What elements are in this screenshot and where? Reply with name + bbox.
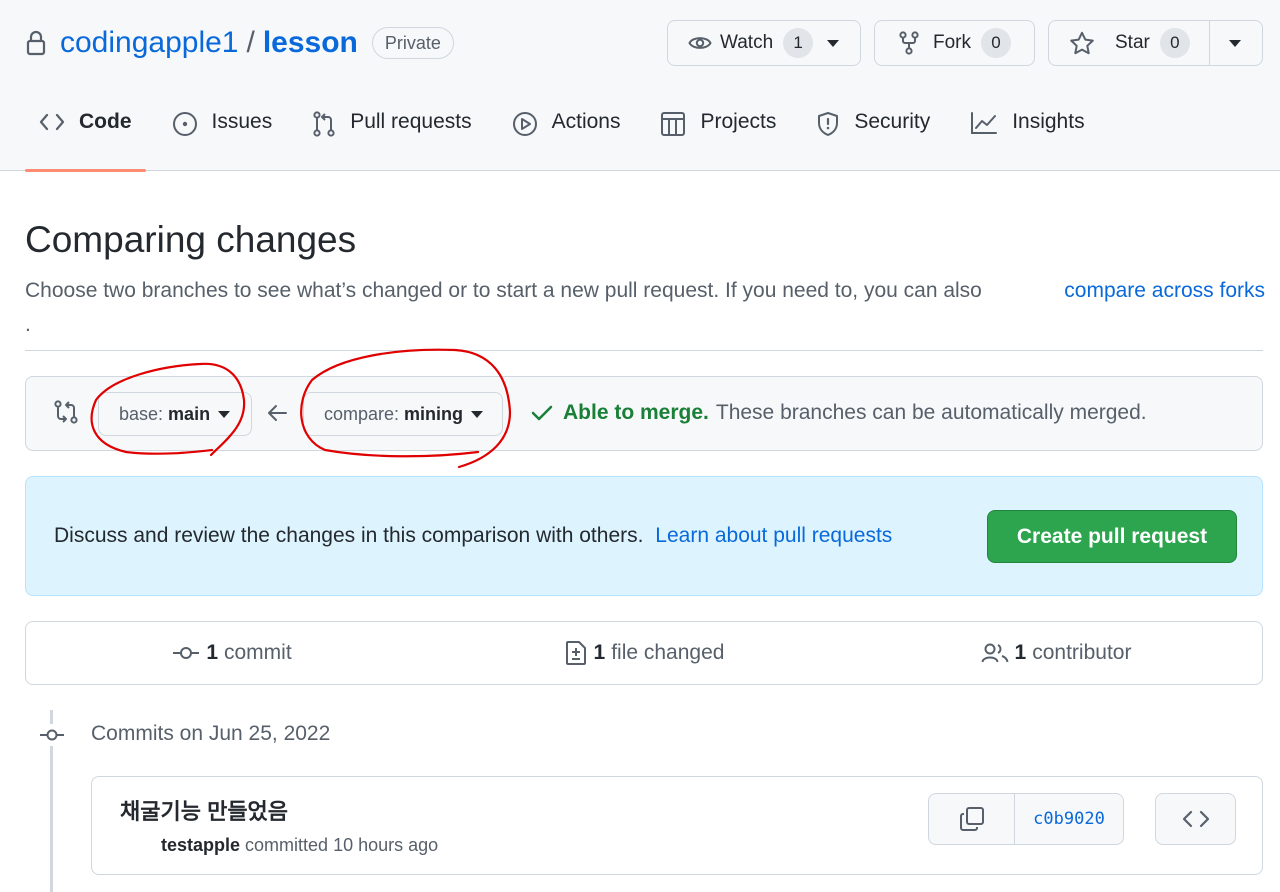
description-text: Choose two branches to see what’s change…	[25, 279, 982, 302]
commit-time: committed 10 hours ago	[245, 835, 439, 855]
visibility-badge: Private	[371, 27, 454, 59]
commit-meta: testapple committed 10 hours ago	[161, 835, 438, 856]
commits-date-heading: Commits on Jun 25, 2022	[91, 722, 331, 745]
commit-sha-link[interactable]: c0b9020	[1015, 794, 1123, 844]
tab-label: Pull requests	[350, 110, 472, 133]
shield-icon	[816, 111, 840, 137]
chevron-down-icon	[827, 39, 840, 47]
commit-icon	[172, 645, 200, 661]
code-icon	[1182, 808, 1210, 830]
watch-label: Watch	[720, 32, 774, 53]
repo-header: codingapple1 / lesson Private Watch 1 Fo…	[0, 0, 1280, 172]
create-pull-request-button[interactable]: Create pull request	[987, 510, 1237, 563]
pr-flash-banner: Discuss and review the changes in this c…	[25, 476, 1263, 596]
star-list-chevron-icon[interactable]	[1229, 40, 1241, 47]
contributors-count: 1	[1014, 641, 1027, 664]
description-trailing: .	[25, 313, 31, 336]
contributors-label: contributor	[1032, 641, 1132, 664]
fork-button[interactable]: Fork 0	[874, 20, 1035, 66]
compare-branch-select[interactable]: compare: mining	[303, 392, 503, 436]
fork-icon	[899, 31, 919, 55]
commit-row: 채굴기능 만들었음 testapple committed 10 hours a…	[91, 776, 1263, 875]
star-icon	[1069, 31, 1095, 55]
graph-icon	[970, 111, 998, 135]
star-divider	[1209, 21, 1210, 65]
lock-icon	[25, 30, 47, 56]
merge-ok-label: Able to merge.	[563, 401, 709, 424]
tab-label: Issues	[211, 110, 273, 133]
star-count: 0	[1159, 28, 1190, 58]
commit-sha-group: c0b9020	[928, 793, 1124, 845]
file-diff-icon	[564, 640, 588, 666]
compare-prefix: compare:	[324, 403, 400, 424]
tab-label: Insights	[1012, 110, 1085, 133]
tab-actions[interactable]: Actions	[498, 110, 635, 171]
issue-icon	[172, 111, 198, 137]
repo-separator: /	[246, 26, 255, 59]
merge-status: Able to merge. These branches can be aut…	[531, 401, 1147, 425]
browse-repo-button[interactable]	[1155, 793, 1236, 845]
tab-label: Security	[854, 110, 931, 133]
files-label: file changed	[611, 641, 725, 664]
range-editor: base: main compare: mining Able to merge…	[25, 376, 1263, 451]
code-icon	[39, 111, 65, 133]
git-compare-icon	[53, 399, 79, 425]
fork-count: 0	[981, 28, 1011, 58]
chevron-down-icon	[218, 410, 231, 418]
divider	[25, 350, 1263, 351]
flash-text: Discuss and review the changes in this c…	[54, 524, 644, 547]
chevron-down-icon	[471, 410, 484, 418]
tab-issues[interactable]: Issues	[158, 110, 287, 171]
flash-message: Discuss and review the changes in this c…	[54, 524, 892, 548]
commits-summary[interactable]: 1 commit	[26, 622, 438, 684]
tab-label: Projects	[700, 110, 777, 133]
base-prefix: base:	[119, 403, 164, 424]
repo-nav: Code Issues Pull requests Actions Projec…	[25, 110, 1111, 172]
copy-sha-button[interactable]	[929, 794, 1015, 844]
compare-branch-name: mining	[404, 403, 464, 424]
star-button[interactable]: Star 0	[1048, 20, 1263, 66]
commit-author-link[interactable]: testapple	[161, 835, 240, 855]
table-icon	[660, 111, 686, 137]
compare-summary: 1 commit 1 file changed 1 contributor	[25, 621, 1263, 685]
commits-label: commit	[224, 641, 292, 664]
tab-code[interactable]: Code	[25, 110, 146, 172]
contributors-summary[interactable]: 1 contributor	[850, 622, 1262, 684]
tab-label: Actions	[551, 110, 621, 133]
repo-owner-link[interactable]: codingapple1	[60, 24, 239, 62]
merge-status-text: These branches can be automatically merg…	[715, 401, 1147, 424]
tab-security[interactable]: Security	[802, 110, 944, 171]
people-icon	[981, 642, 1009, 664]
tab-projects[interactable]: Projects	[646, 110, 790, 171]
play-icon	[512, 111, 538, 137]
eye-icon	[688, 34, 712, 52]
base-branch-select[interactable]: base: main	[98, 392, 252, 436]
page-title: Comparing changes	[25, 219, 357, 260]
tab-insights[interactable]: Insights	[956, 110, 1098, 171]
learn-pull-requests-link[interactable]: Learn about pull requests	[655, 524, 892, 547]
tab-label: Code	[79, 110, 132, 133]
commit-message-link[interactable]: 채굴기능 만들었음	[120, 794, 288, 826]
check-icon	[531, 404, 553, 422]
watch-button[interactable]: Watch 1	[667, 20, 861, 66]
compare-across-forks-link[interactable]: compare across forks	[1064, 274, 1265, 308]
copy-icon	[958, 805, 986, 833]
page-description: Choose two branches to see what’s change…	[25, 274, 1265, 336]
arrow-left-icon	[266, 404, 288, 422]
tab-pull-requests[interactable]: Pull requests	[298, 110, 485, 171]
files-count: 1	[593, 641, 606, 664]
pull-request-icon	[312, 111, 336, 137]
star-label: Star	[1115, 32, 1150, 53]
watch-count: 1	[783, 28, 814, 58]
fork-label: Fork	[933, 32, 971, 53]
repo-name-link[interactable]: lesson	[263, 24, 358, 62]
base-branch-name: main	[168, 403, 211, 424]
repo-title: codingapple1 / lesson Private	[25, 24, 454, 62]
commit-icon	[39, 724, 65, 746]
files-summary[interactable]: 1 file changed	[438, 622, 850, 684]
commits-count: 1	[206, 641, 218, 664]
